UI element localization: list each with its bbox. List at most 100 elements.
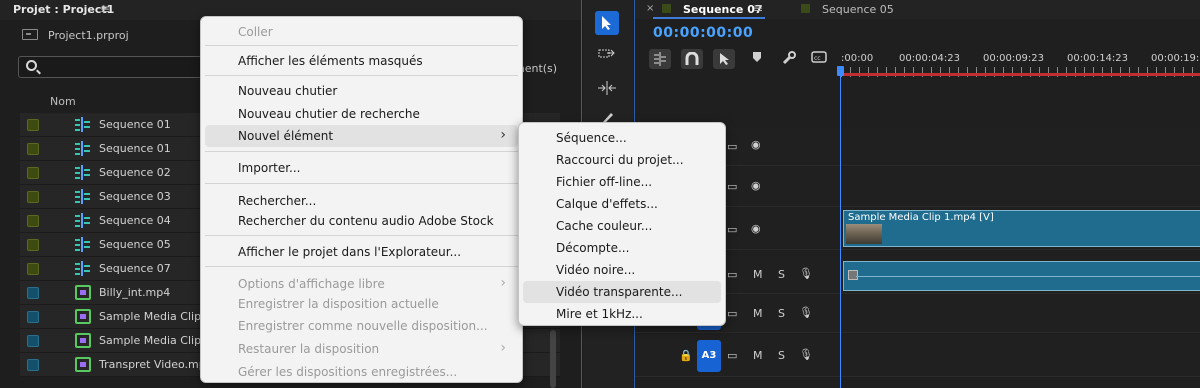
menu-item[interactable]: Afficher les éléments masqués: [205, 50, 518, 72]
submenu-item[interactable]: Fichier off-line...: [523, 171, 721, 193]
label-color-swatch[interactable]: [27, 335, 39, 347]
toggle-sync-lock-icon[interactable]: ▭: [727, 307, 737, 320]
label-color-swatch[interactable]: [27, 119, 39, 131]
linked-selection-icon[interactable]: [713, 49, 735, 69]
menu-item[interactable]: Afficher le projet dans l'Explorateur...: [205, 241, 518, 263]
label-color-swatch[interactable]: [27, 359, 39, 371]
time-ruler[interactable]: :00:00 00:00:04:23 00:00:09:23 00:00:14:…: [841, 49, 1200, 77]
menu-separator: [205, 235, 518, 236]
snap-magnet-icon[interactable]: [681, 49, 703, 69]
search-input[interactable]: [18, 56, 218, 78]
eye-icon[interactable]: ◉: [751, 138, 761, 151]
project-scrollbar[interactable]: [550, 330, 556, 388]
menu-item: Coller: [205, 21, 518, 43]
ruler-label: :00:00: [841, 53, 874, 64]
label-color-swatch[interactable]: [27, 167, 39, 179]
new-item-submenu: Séquence... Raccourci du projet... Fichier…: [518, 122, 726, 326]
menu-item[interactable]: Nouveau chutier: [205, 80, 518, 102]
submenu-item[interactable]: Vidéo transparente...: [523, 281, 721, 303]
menu-item: Gérer les dispositions enregistrées...: [205, 361, 518, 383]
column-header-name[interactable]: Nom: [50, 95, 76, 108]
menu-item[interactable]: Importer...: [205, 157, 518, 179]
menu-item: Enregistrer comme nouvelle disposition..…: [205, 315, 518, 337]
audio-volume-line: [856, 276, 1200, 277]
wrench-settings-icon[interactable]: [782, 51, 796, 68]
hamburger-menu-icon[interactable]: ≡: [753, 1, 763, 15]
track-target-a3[interactable]: A3: [697, 340, 721, 372]
mute-button[interactable]: M: [753, 307, 763, 320]
submenu-item[interactable]: Mire et 1kHz...: [523, 303, 721, 325]
playhead-line[interactable]: [840, 66, 841, 388]
menu-separator: [205, 75, 518, 76]
submenu-item-label: Mire et 1kHz...: [556, 307, 643, 321]
menu-item-label: Rechercher...: [238, 194, 317, 208]
ripple-edit-tool-icon[interactable]: [595, 76, 619, 100]
video-clip-title: Sample Media Clip 1.mp4 [V]: [848, 212, 994, 223]
toggle-sync-lock-icon[interactable]: ▭: [727, 223, 737, 236]
tab-sequence-05[interactable]: Sequence 05: [822, 3, 894, 16]
add-marker-icon[interactable]: [752, 51, 762, 66]
chevron-right-icon: ›: [500, 127, 506, 143]
video-clip[interactable]: Sample Media Clip 1.mp4 [V]: [843, 210, 1200, 247]
mute-button[interactable]: M: [753, 349, 763, 362]
submenu-item[interactable]: Séquence...: [523, 127, 721, 149]
submenu-item-label: Calque d'effets...: [556, 197, 658, 211]
sequence-icon: [75, 261, 91, 276]
selection-tool-icon[interactable]: [595, 11, 619, 35]
sequence-icon: [75, 117, 91, 132]
insert-sequence-nest-icon[interactable]: [649, 49, 671, 69]
lock-icon[interactable]: 🔒: [679, 349, 693, 362]
menu-item[interactable]: Rechercher du contenu audio Adobe Stock: [205, 210, 518, 232]
solo-button[interactable]: S: [778, 268, 785, 281]
project-file-name: Project1.prproj: [48, 29, 129, 42]
submenu-item[interactable]: Vidéo noire...: [523, 259, 721, 281]
ruler-label: 00:00:14:23: [1067, 53, 1129, 64]
menu-item[interactable]: Rechercher...: [205, 190, 518, 212]
captions-icon[interactable]: cc: [811, 51, 827, 66]
microphone-icon[interactable]: 🎙: [799, 348, 813, 361]
toggle-sync-lock-icon[interactable]: ▭: [727, 268, 737, 281]
microphone-icon[interactable]: 🎙: [799, 267, 813, 280]
menu-separator: [205, 266, 518, 267]
menu-separator: [205, 151, 518, 152]
video-clip-icon: [75, 285, 91, 300]
project-item-name: Transpret Video.mp4: [99, 358, 213, 371]
eye-icon[interactable]: ◉: [751, 179, 761, 192]
submenu-item[interactable]: Calque d'effets...: [523, 193, 721, 215]
label-color-swatch[interactable]: [27, 191, 39, 203]
toggle-sync-lock-icon[interactable]: ▭: [727, 180, 737, 193]
toggle-sync-lock-icon[interactable]: ▭: [727, 140, 737, 153]
project-item-name: Sequence 03: [99, 190, 171, 203]
track-select-tool-icon[interactable]: [595, 43, 619, 67]
submenu-item[interactable]: Raccourci du projet...: [523, 149, 721, 171]
submenu-item-label: Décompte...: [556, 241, 630, 255]
submenu-item-label: Raccourci du projet...: [556, 153, 684, 167]
submenu-item[interactable]: Décompte...: [523, 237, 721, 259]
menu-item[interactable]: Nouveau chutier de recherche: [205, 103, 518, 125]
label-color-swatch[interactable]: [27, 143, 39, 155]
tab-sequence-07[interactable]: Sequence 07: [683, 3, 763, 16]
label-color-swatch[interactable]: [27, 311, 39, 323]
submenu-item[interactable]: Cache couleur...: [523, 215, 721, 237]
label-color-swatch[interactable]: [27, 263, 39, 275]
eye-icon[interactable]: ◉: [751, 222, 761, 235]
menu-item: Options d'affichage libre ›: [205, 273, 518, 295]
close-icon[interactable]: ×: [646, 3, 654, 14]
hamburger-menu-icon[interactable]: ≡: [100, 2, 110, 16]
label-color-swatch[interactable]: [27, 287, 39, 299]
playhead-handle[interactable]: [837, 66, 844, 76]
mute-button[interactable]: M: [753, 268, 763, 281]
label-color-swatch[interactable]: [27, 239, 39, 251]
menu-item[interactable]: Nouvel élément ›: [205, 125, 518, 147]
audio-track-a3: 🔒 A3 ▭ M S 🎙: [635, 335, 1200, 377]
audio-clip[interactable]: [843, 261, 1200, 291]
project-item-name: Sequence 01: [99, 118, 171, 131]
microphone-icon[interactable]: 🎙: [799, 306, 813, 319]
menu-item-label: Options d'affichage libre: [238, 277, 385, 291]
solo-button[interactable]: S: [778, 307, 785, 320]
solo-button[interactable]: S: [778, 349, 785, 362]
submenu-item-label: Fichier off-line...: [556, 175, 653, 189]
playhead-timecode[interactable]: 00:00:00:00: [653, 25, 753, 41]
label-color-swatch[interactable]: [27, 215, 39, 227]
toggle-sync-lock-icon[interactable]: ▭: [727, 349, 737, 362]
